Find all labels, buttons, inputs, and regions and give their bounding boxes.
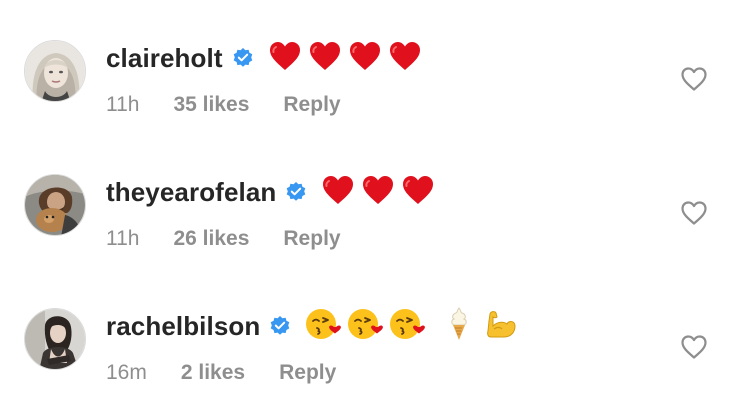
heart-outline-icon[interactable] bbox=[680, 66, 708, 92]
reply-button[interactable]: Reply bbox=[283, 93, 340, 117]
soft-ice-cream-icon bbox=[447, 306, 471, 347]
likes-count[interactable]: 35 likes bbox=[173, 93, 249, 117]
username[interactable]: theyearofelan bbox=[106, 177, 276, 208]
timestamp: 11h bbox=[106, 93, 140, 116]
heart-outline-icon[interactable] bbox=[680, 200, 708, 226]
timestamp: 11h bbox=[106, 227, 140, 250]
comment-text bbox=[268, 40, 422, 77]
comment-text bbox=[321, 174, 435, 211]
red-heart-icon bbox=[361, 174, 395, 211]
comment-meta: 16m 2 likes Reply bbox=[106, 358, 336, 388]
comment-header: claireholt bbox=[106, 38, 422, 78]
comment-meta: 11h 35 likes Reply bbox=[106, 90, 341, 120]
reply-button[interactable]: Reply bbox=[279, 361, 336, 385]
red-heart-icon bbox=[321, 174, 355, 211]
flexed-biceps-icon bbox=[485, 308, 517, 345]
red-heart-icon bbox=[308, 40, 342, 77]
red-heart-icon bbox=[348, 40, 382, 77]
verified-badge-icon bbox=[232, 47, 254, 69]
likes-count[interactable]: 2 likes bbox=[181, 361, 245, 385]
red-heart-icon bbox=[401, 174, 435, 211]
comment-meta: 11h 26 likes Reply bbox=[106, 224, 341, 254]
username[interactable]: rachelbilson bbox=[106, 311, 260, 342]
comment-header: rachelbilson bbox=[106, 306, 517, 346]
comment-item: claireholt 11h 35 likes Reply bbox=[0, 0, 750, 134]
avatar[interactable] bbox=[24, 40, 86, 102]
avatar[interactable] bbox=[24, 174, 86, 236]
avatar[interactable] bbox=[24, 308, 86, 370]
red-heart-icon bbox=[388, 40, 422, 77]
comments-list: claireholt 11h 35 likes Reply theyearofe… bbox=[0, 0, 750, 417]
reply-button[interactable]: Reply bbox=[283, 227, 340, 251]
likes-count[interactable]: 26 likes bbox=[173, 227, 249, 251]
heart-outline-icon[interactable] bbox=[680, 334, 708, 360]
verified-badge-icon bbox=[285, 181, 307, 203]
kissing-face-icon bbox=[347, 307, 384, 346]
username[interactable]: claireholt bbox=[106, 43, 223, 74]
comment-header: theyearofelan bbox=[106, 172, 435, 212]
red-heart-icon bbox=[268, 40, 302, 77]
timestamp: 16m bbox=[106, 361, 147, 384]
comment-item: rachelbilson 16m 2 likes Reply bbox=[0, 268, 750, 402]
kissing-face-icon bbox=[389, 307, 426, 346]
comment-text bbox=[305, 306, 517, 347]
verified-badge-icon bbox=[269, 315, 291, 337]
kissing-face-icon bbox=[305, 307, 342, 346]
comment-item: theyearofelan 11h 26 likes Reply bbox=[0, 134, 750, 268]
